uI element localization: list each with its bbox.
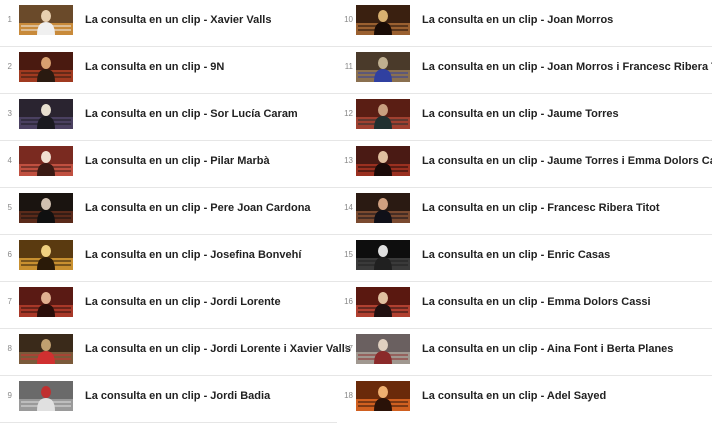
video-title-link[interactable]: La consulta en un clip - Francesc Ribera… [422,188,660,228]
video-thumbnail[interactable] [19,287,73,317]
playlist-item[interactable]: 12 La consulta en un clip - Jaume Torres [337,94,712,141]
video-title-link[interactable]: La consulta en un clip - Sor Lucía Caram [85,94,298,134]
playlist-item-number: 8 [7,344,12,353]
video-thumbnail[interactable] [356,287,410,317]
video-title-link[interactable]: La consulta en un clip - Jaume Torres [422,94,619,134]
playlist-item-number: 15 [344,250,353,259]
video-title-link[interactable]: La consulta en un clip - Jordi Badia [85,376,270,416]
playlist-item-number: 14 [344,203,353,212]
playlist-column-left: 1 La consulta en un clip - Xavier Valls 2 L… [0,0,351,423]
video-thumbnail[interactable] [19,240,73,270]
video-title-link[interactable]: La consulta en un clip - Jaume Torres i … [422,141,712,181]
playlist-item[interactable]: 7 La consulta en un clip - Jordi Lorente [0,282,337,329]
playlist-item[interactable]: 8 La consulta en un clip - Jordi Lorente … [0,329,351,376]
video-title-link[interactable]: La consulta en un clip - Joan Morros i F… [422,47,712,87]
playlist-item-number: 12 [344,109,353,118]
playlist-item-number: 4 [7,156,12,165]
video-title-link[interactable]: La consulta en un clip - Aina Font i Ber… [422,329,673,369]
video-thumbnail[interactable] [356,5,410,35]
playlist-item[interactable]: 9 La consulta en un clip - Jordi Badia [0,376,337,423]
playlist-item[interactable]: 15 La consulta en un clip - Enric Casas [337,235,712,282]
video-thumbnail[interactable] [356,146,410,176]
video-title-link[interactable]: La consulta en un clip - Josefina Bonveh… [85,235,301,275]
video-thumbnail[interactable] [19,52,73,82]
playlist-item[interactable]: 17 La consulta en un clip - Aina Font i B… [337,329,712,376]
video-thumbnail[interactable] [19,5,73,35]
playlist-item-number: 1 [7,15,12,24]
playlist-item-number: 10 [344,15,353,24]
playlist-item[interactable]: 3 La consulta en un clip - Sor Lucía Cara… [0,94,337,141]
video-title-link[interactable]: La consulta en un clip - Jordi Lorente i… [85,329,351,369]
playlist-item[interactable]: 16 La consulta en un clip - Emma Dolors C… [337,282,712,329]
video-thumbnail[interactable] [356,240,410,270]
playlist-item-number: 3 [7,109,12,118]
playlist-item[interactable]: 2 La consulta en un clip - 9N [0,47,337,94]
video-title-link[interactable]: La consulta en un clip - Jordi Lorente [85,282,281,322]
video-title-link[interactable]: La consulta en un clip - Emma Dolors Cas… [422,282,651,322]
video-title-link[interactable]: La consulta en un clip - Joan Morros [422,0,613,40]
playlist-item[interactable]: 11 La consulta en un clip - Joan Morros i… [337,47,712,94]
video-title-link[interactable]: La consulta en un clip - Enric Casas [422,235,610,275]
playlist-item[interactable]: 4 La consulta en un clip - Pilar Marbà [0,141,337,188]
playlist-item-number: 13 [344,156,353,165]
video-title-link[interactable]: La consulta en un clip - Xavier Valls [85,0,271,40]
playlist-item-number: 18 [344,391,353,400]
video-title-link[interactable]: La consulta en un clip - Adel Sayed [422,376,606,416]
video-thumbnail[interactable] [19,193,73,223]
playlist-item[interactable]: 18 La consulta en un clip - Adel Sayed [337,376,712,422]
video-thumbnail[interactable] [356,381,410,411]
video-title-link[interactable]: La consulta en un clip - Pere Joan Cardo… [85,188,311,228]
video-thumbnail[interactable] [356,52,410,82]
playlist-item[interactable]: 13 La consulta en un clip - Jaume Torres … [337,141,712,188]
playlist-item-number: 6 [7,250,12,259]
playlist-item[interactable]: 1 La consulta en un clip - Xavier Valls [0,0,337,47]
video-title-link[interactable]: La consulta en un clip - Pilar Marbà [85,141,270,181]
playlist-item[interactable]: 5 La consulta en un clip - Pere Joan Card… [0,188,337,235]
playlist-item[interactable]: 10 La consulta en un clip - Joan Morros [337,0,712,47]
playlist-item[interactable]: 6 La consulta en un clip - Josefina Bonve… [0,235,337,282]
video-thumbnail[interactable] [19,381,73,411]
video-thumbnail[interactable] [19,146,73,176]
playlist-item-number: 7 [7,297,12,306]
video-thumbnail[interactable] [356,99,410,129]
playlist-item-number: 9 [7,391,12,400]
playlist-item-number: 11 [344,62,353,71]
playlist-item-number: 16 [344,297,353,306]
playlist-item[interactable]: 14 La consulta en un clip - Francesc Ribe… [337,188,712,235]
video-thumbnail[interactable] [356,334,410,364]
playlist-column-right: 10 La consulta en un clip - Joan Morros 11… [337,0,712,422]
playlist-item-number: 17 [344,344,353,353]
video-title-link[interactable]: La consulta en un clip - 9N [85,47,224,87]
playlist-item-number: 5 [7,203,12,212]
video-thumbnail[interactable] [19,334,73,364]
video-thumbnail[interactable] [356,193,410,223]
video-thumbnail[interactable] [19,99,73,129]
playlist-item-number: 2 [7,62,12,71]
